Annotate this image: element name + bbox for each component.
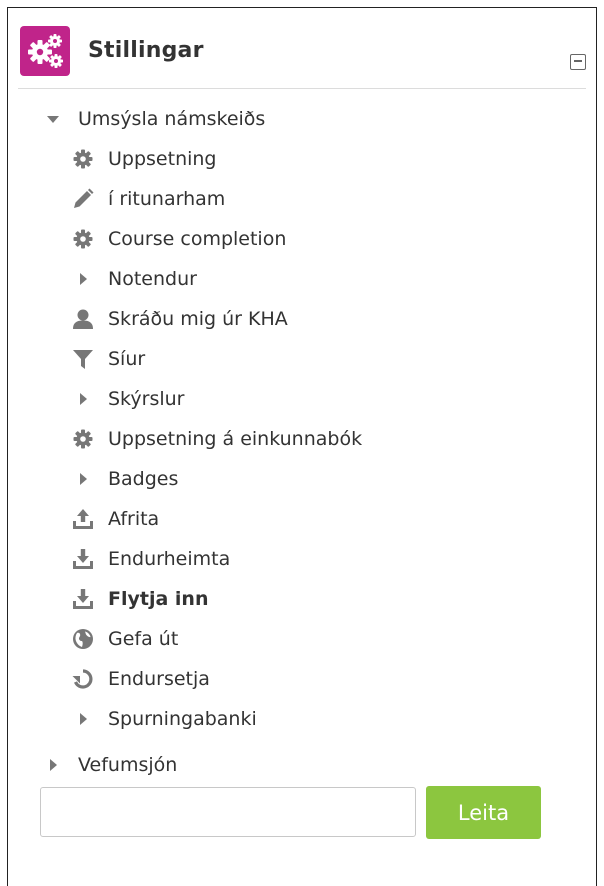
tree-item-label: Notendur	[108, 268, 197, 290]
caret-right-icon	[50, 759, 57, 771]
search-button[interactable]: Leita	[426, 786, 541, 839]
tree-node-label: Vefumsjón	[78, 754, 178, 776]
tree-item-label: Uppsetning á einkunnabók	[108, 428, 363, 450]
block-title: Stillingar	[88, 38, 204, 63]
search-input[interactable]	[40, 787, 416, 837]
gear-icon	[73, 229, 93, 249]
filter-icon	[73, 350, 93, 369]
collapse-minus-icon[interactable]	[570, 54, 586, 70]
block-header: Stillingar	[18, 26, 586, 89]
download-icon	[73, 589, 93, 609]
tree-item-label: Spurningabanki	[108, 708, 257, 730]
tree-item-label: Badges	[108, 468, 179, 490]
caret-right-icon	[80, 393, 87, 405]
caret-right-icon	[80, 273, 87, 285]
tree-item-label: Síur	[108, 348, 146, 370]
caret-down-icon	[47, 116, 59, 123]
globe-icon	[73, 629, 93, 649]
upload-icon	[73, 509, 93, 529]
tree-item-label: Skýrslur	[108, 388, 185, 410]
tree-item-label: Afrita	[108, 508, 160, 530]
gear-icon	[73, 429, 93, 449]
cogs-icon	[20, 26, 70, 76]
settings-block: Stillingar Umsýsla námskeiðs Uppsetning …	[7, 7, 597, 886]
reset-icon	[72, 669, 93, 689]
tree-item-label: Skráðu mig úr KHA	[108, 308, 288, 330]
caret-right-icon	[80, 473, 87, 485]
user-icon	[73, 309, 93, 329]
tree-item-label: Endursetja	[108, 668, 210, 690]
tree-item-label: í ritunarham	[108, 188, 226, 210]
gear-icon	[73, 149, 93, 169]
tree-node-label: Umsýsla námskeiðs	[78, 108, 266, 130]
tree-item-label: Endurheimta	[108, 548, 231, 570]
caret-right-icon	[80, 713, 87, 725]
tree-item-label: Uppsetning	[108, 148, 217, 170]
tree-item-label: Gefa út	[108, 628, 179, 650]
tree-item-label: Course completion	[108, 228, 287, 250]
pencil-icon	[74, 188, 94, 208]
download-icon	[73, 549, 93, 569]
tree-item-label: Flytja inn	[108, 588, 209, 610]
